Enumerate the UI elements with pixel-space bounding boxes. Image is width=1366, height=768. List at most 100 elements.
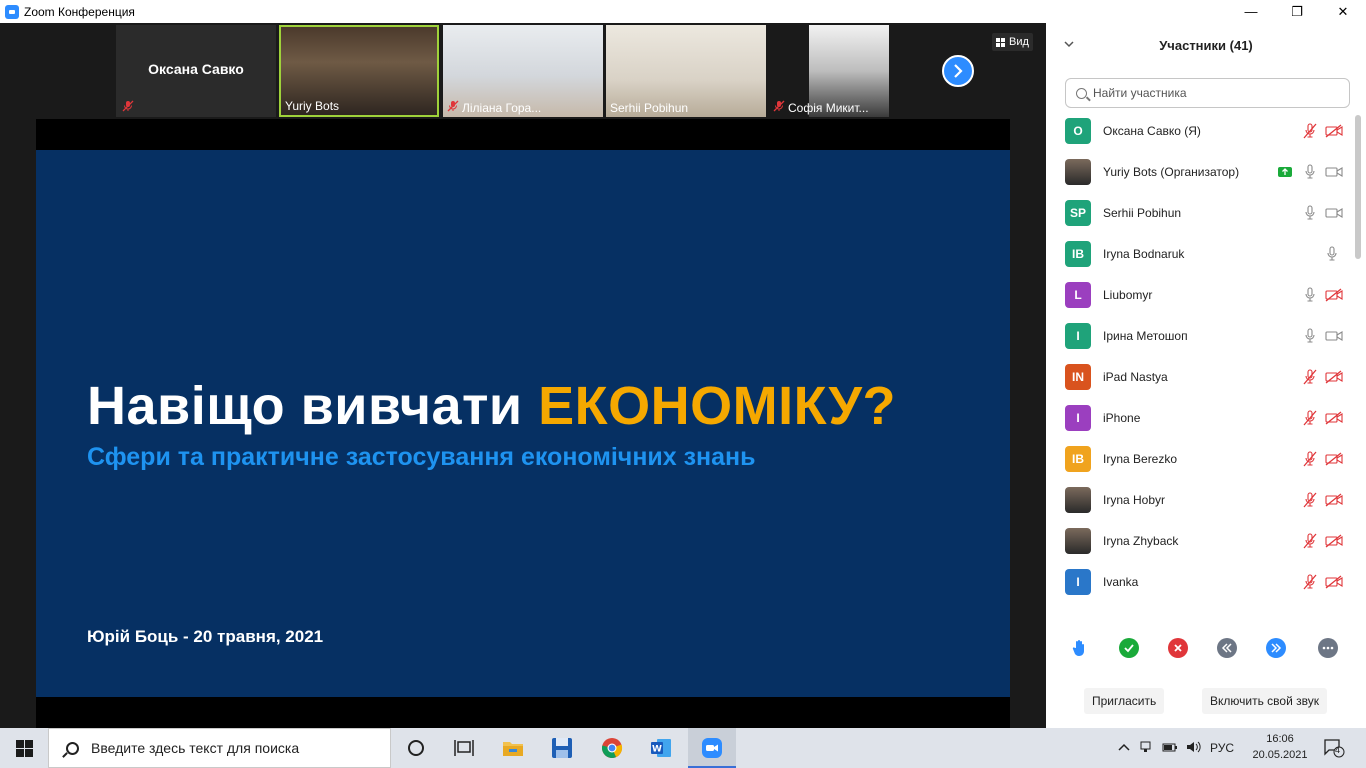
tile-name-large: Оксана Савко [148,61,244,77]
windows-start-icon[interactable] [16,740,33,757]
video-tile[interactable]: Serhii Pobihun [606,25,766,117]
camera-off-icon [1325,369,1343,384]
clock-time: 16:06 [1266,733,1294,745]
cortana-icon[interactable] [404,736,428,760]
participant-avatar: I [1065,404,1091,431]
participant-name: Serhii Pobihun [1103,205,1182,220]
notification-center-icon[interactable]: 4 [1323,738,1345,758]
participant-list-scrollbar[interactable] [1355,115,1361,259]
video-tile[interactable]: Оксана Савко [116,25,276,117]
battery-icon[interactable] [1162,741,1178,756]
camera-off-icon [1325,287,1343,302]
faster-icon[interactable] [1266,638,1286,658]
camera-off-icon [1325,451,1343,466]
participant-row[interactable]: SP Serhii Pobihun [1046,192,1356,233]
camera-icon [1325,329,1343,343]
tile-name: Yuriy Bots [285,99,340,113]
slide-title: Навіщо вивчати ЕКОНОМІКУ? [87,375,896,437]
file-explorer-icon[interactable] [501,736,525,760]
participant-row[interactable]: О Оксана Савко (Я) [1046,110,1356,151]
clock-date: 20.05.2021 [1252,749,1308,761]
language-indicator[interactable]: РУС [1210,741,1234,755]
participant-name: Yuriy Bots (Организатор) [1103,164,1240,179]
minimize-button[interactable]: — [1228,0,1274,23]
mic-muted-icon [1303,491,1317,508]
taskbar-search[interactable]: Введите здесь текст для поиска [48,728,391,768]
camera-off-icon [1325,574,1343,589]
tile-name: Ліліана Гора... [462,100,542,115]
participant-row[interactable]: IB Iryna Bodnaruk [1046,233,1356,274]
participant-avatar [1065,158,1091,185]
unmute-self-button[interactable]: Включить свой звук [1202,688,1327,714]
participant-avatar: L [1065,281,1091,308]
shared-screen: Навіщо вивчати ЕКОНОМІКУ? Сфери та практ… [36,119,1010,728]
zoom-taskbar-icon[interactable] [700,736,724,760]
participant-avatar: I [1065,568,1091,595]
participant-search[interactable] [1065,78,1350,108]
save-app-icon[interactable] [550,736,574,760]
mic-muted-icon [1303,368,1317,385]
invite-button[interactable]: Пригласить [1084,688,1165,714]
microphone-icon [1325,245,1339,262]
participant-search-input[interactable] [1093,86,1333,100]
view-button[interactable]: Вид [992,33,1033,51]
participant-row[interactable]: Yuriy Bots (Организатор) [1046,151,1356,192]
zoom-app-icon [5,4,19,19]
no-icon[interactable] [1168,638,1188,658]
participant-avatar [1065,486,1091,513]
task-view-icon[interactable] [452,736,476,760]
mic-muted-icon [1303,450,1317,467]
title-bar: Zoom Конференция — ❐ ✕ [0,0,1366,23]
network-icon[interactable] [1140,740,1154,757]
reaction-bar [1046,635,1366,663]
collapse-chevron-icon[interactable] [1064,37,1074,52]
maximize-button[interactable]: ❐ [1274,0,1320,23]
video-tile[interactable]: Софія Микит... [769,25,929,117]
video-tile[interactable]: Ліліана Гора... [443,25,603,117]
participant-name: iPad Nastya [1103,369,1168,384]
participant-row[interactable]: IiPhone [1046,397,1356,438]
close-button[interactable]: ✕ [1320,0,1366,23]
tile-name: Serhii Pobihun [610,101,689,115]
yes-icon[interactable] [1119,638,1139,658]
participant-row[interactable]: Iryna Hobyr [1046,479,1356,520]
participant-name: Ірина Метошоп [1103,328,1188,343]
camera-icon [1325,206,1343,220]
word-icon[interactable]: W [649,736,673,760]
system-clock[interactable]: 16:06 20.05.2021 [1250,731,1310,763]
participant-name: Iryna Berezko [1103,451,1178,466]
camera-off-icon [1325,410,1343,425]
chrome-icon[interactable] [600,736,624,760]
microphone-icon [1303,327,1317,344]
participant-row[interactable]: I Ivanka [1046,561,1356,602]
show-hidden-icons-chevron-icon[interactable] [1118,741,1130,755]
camera-off-icon [1325,533,1343,548]
microphone-icon [1303,286,1317,303]
windows-taskbar: Введите здесь текст для поиска W РУС 16:… [0,728,1366,768]
participant-avatar: IB [1065,445,1091,472]
next-page-button[interactable] [942,55,974,87]
taskbar-search-text: Введите здесь текст для поиска [91,740,300,756]
participant-row[interactable]: IB Iryna Berezko [1046,438,1356,479]
participant-row[interactable]: IN iPad Nastya [1046,356,1356,397]
participant-avatar: IB [1065,240,1091,267]
slower-icon[interactable] [1217,638,1237,658]
participant-name: Liubomyr [1103,287,1153,302]
participant-name: Ivanka [1103,574,1139,589]
screen-share-icon [1278,166,1292,177]
video-tile-active-speaker[interactable]: Yuriy Bots [279,25,439,117]
camera-off-icon [1325,492,1343,507]
more-icon[interactable] [1318,638,1338,658]
participant-avatar: IN [1065,363,1091,390]
participant-row[interactable]: L Liubomyr [1046,274,1356,315]
participant-avatar [1065,527,1091,554]
raise-hand-icon[interactable] [1070,638,1090,658]
search-icon [66,741,79,755]
volume-icon[interactable] [1186,740,1202,757]
slide-author-date: Юрій Боць - 20 травня, 2021 [87,627,324,646]
participant-name: Iryna Hobyr [1103,492,1166,507]
participants-panel: Участники (41) О Оксана Савко (Я) Yuriy Bo… [1046,23,1366,728]
participant-row[interactable]: Iryna Zhyback [1046,520,1356,561]
mic-muted-icon [1303,409,1317,426]
participant-row[interactable]: І Ірина Метошоп [1046,315,1356,356]
